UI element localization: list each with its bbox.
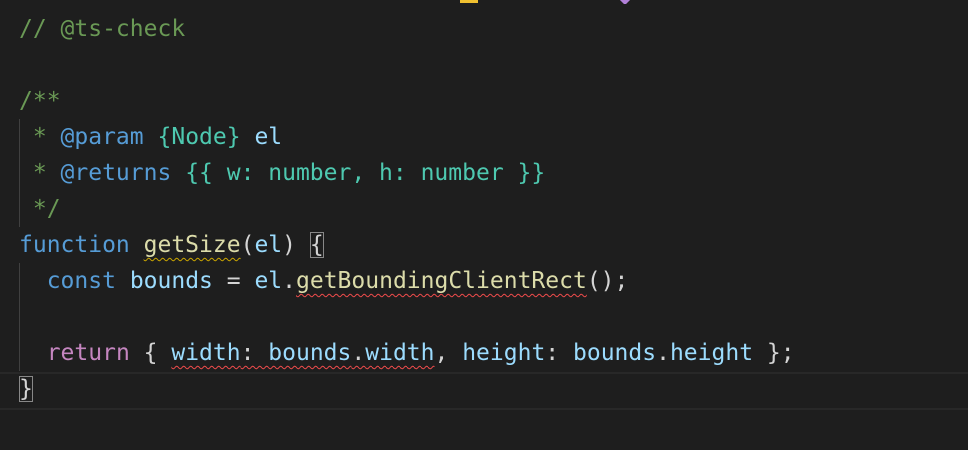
comment-token: */	[19, 196, 61, 222]
jsdoc-param-name: el	[254, 124, 283, 150]
code-line-10[interactable]: return { width: bounds.width, height: bo…	[19, 335, 795, 371]
punctuation-token: )	[282, 232, 310, 258]
parameter-token: el	[254, 232, 283, 258]
variable-token: bounds	[129, 268, 213, 294]
function-name-token: getSize	[143, 232, 241, 258]
bracket-match-open: {	[309, 232, 324, 258]
keyword-token: function	[19, 232, 130, 258]
punctuation-token: :	[545, 340, 573, 366]
code-line-6[interactable]: */	[19, 191, 61, 227]
punctuation-token: .	[351, 340, 366, 366]
property-token: width	[171, 340, 241, 366]
bracket-match-close: }	[19, 376, 33, 402]
punctuation-token: {	[129, 340, 172, 366]
punctuation-token: (	[240, 232, 255, 258]
symbol-icon	[618, 0, 633, 4]
code-line-5[interactable]: * @returns {{ w: number, h: number }}	[19, 155, 545, 191]
code-editor[interactable]: // @ts-check /** * @param {Node} el * @r…	[0, 0, 968, 450]
comment-token: *	[19, 124, 61, 150]
breadcrumb-bar	[0, 0, 968, 4]
operator-token: =	[212, 268, 255, 294]
jsdoc-type: {Node}	[157, 124, 241, 150]
comment-token: // @ts-check	[19, 16, 186, 42]
variable-token: el	[254, 268, 283, 294]
jsdoc-tag: @param	[60, 124, 144, 150]
comment-token: *	[19, 160, 61, 186]
punctuation-token: .	[656, 340, 670, 366]
code-line-11[interactable]: }	[19, 371, 33, 407]
property-token: height	[669, 340, 754, 366]
punctuation-token: :	[240, 340, 269, 366]
comment-token: /**	[19, 88, 61, 114]
code-line-8[interactable]: const bounds = el.getBoundingClientRect(…	[19, 263, 629, 299]
property-token: width	[365, 340, 435, 366]
jsdoc-type: {{ w: number, h: number }}	[185, 160, 546, 186]
variable-token: bounds	[268, 340, 352, 366]
keyword-token: return	[46, 340, 130, 366]
property-token: height	[462, 340, 546, 366]
punctuation-token: };	[753, 340, 795, 366]
javascript-file-icon	[460, 0, 478, 3]
keyword-token: const	[46, 268, 116, 294]
code-line-4[interactable]: * @param {Node} el	[19, 119, 282, 155]
jsdoc-tag: @returns	[60, 160, 172, 186]
punctuation-token: ,	[434, 340, 463, 366]
variable-token: bounds	[573, 340, 657, 366]
code-line-7[interactable]: function getSize(el) {	[19, 227, 324, 263]
punctuation-token: ();	[586, 268, 629, 294]
punctuation-token: .	[282, 268, 297, 294]
code-line-3[interactable]: /**	[19, 83, 61, 119]
code-line-1[interactable]: // @ts-check	[19, 11, 185, 47]
method-call-token: getBoundingClientRect	[296, 268, 587, 294]
current-line-highlight	[0, 372, 968, 410]
